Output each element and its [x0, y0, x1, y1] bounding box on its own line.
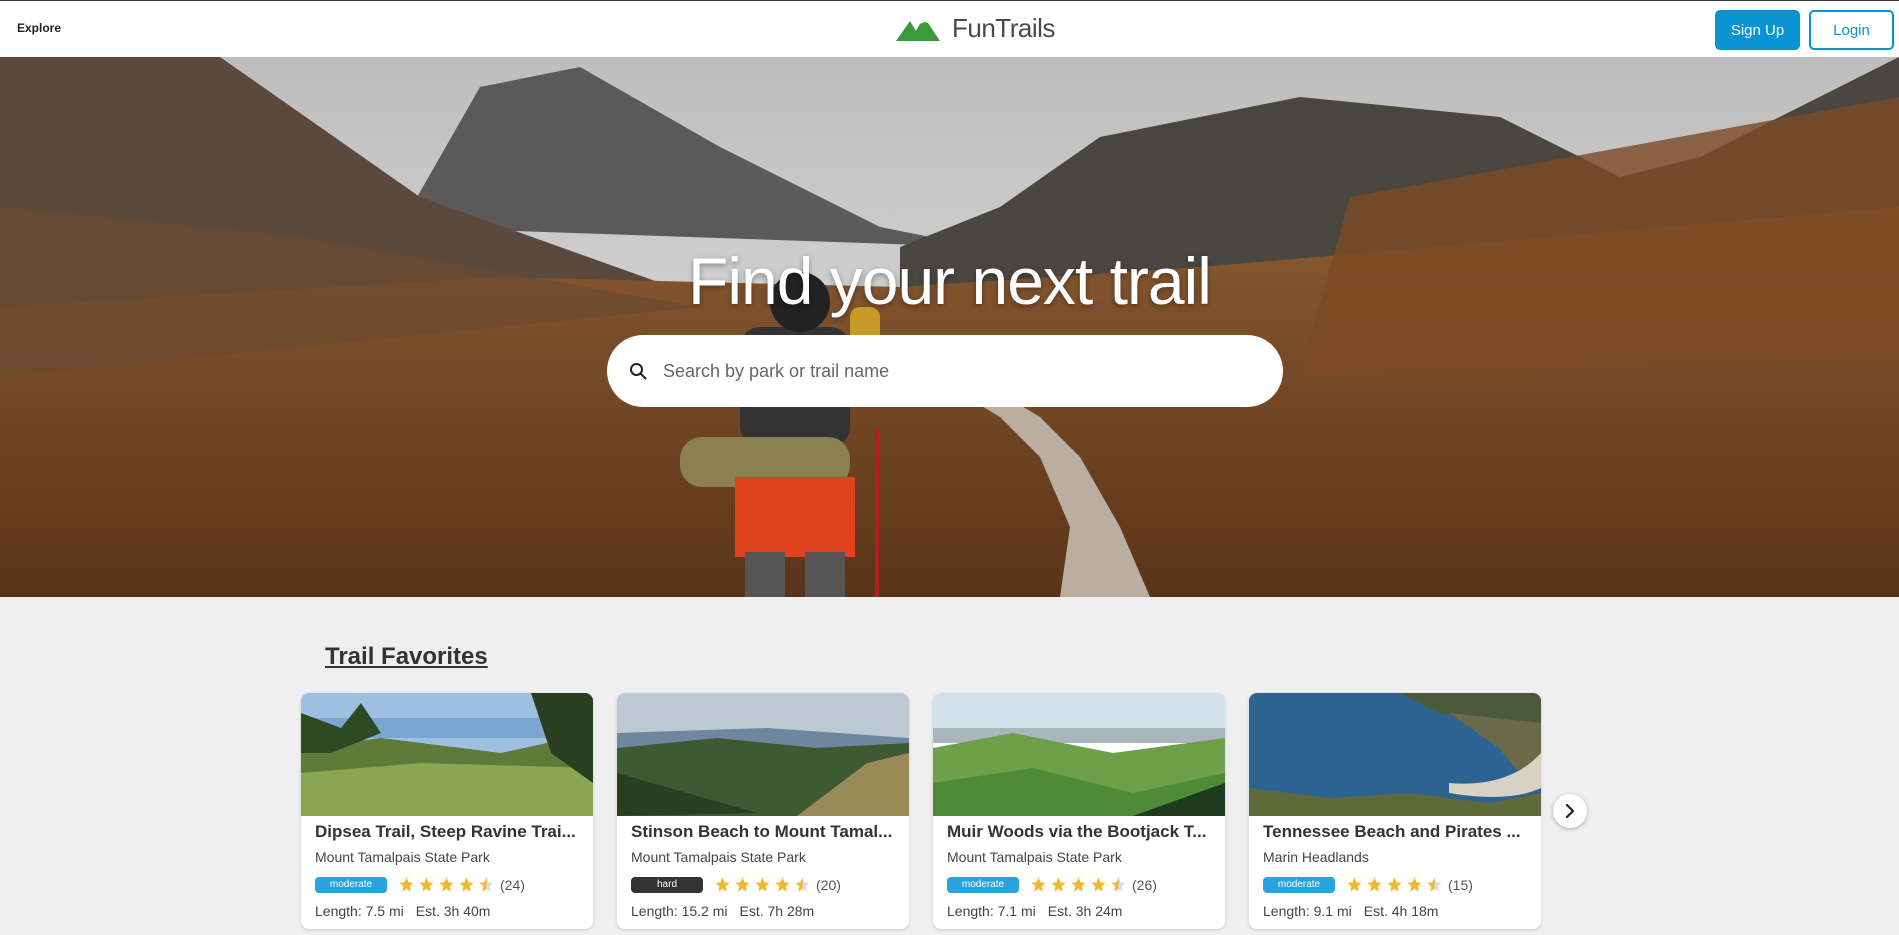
trail-meta: moderate (24): [315, 876, 525, 893]
star-icon: [1091, 877, 1106, 892]
star-icon: [1347, 877, 1362, 892]
trail-length: Length: 7.5 mi: [315, 903, 404, 919]
star-icon: [755, 877, 770, 892]
trail-length-time: Length: 7.1 mi Est. 3h 24m: [947, 903, 1122, 919]
trail-thumbnail: [617, 693, 909, 816]
half-star-icon: [795, 877, 810, 892]
half-star-icon: [479, 877, 494, 892]
star-rating: [1346, 876, 1443, 893]
trail-length-time: Length: 15.2 mi Est. 7h 28m: [631, 903, 814, 919]
star-icon: [399, 877, 414, 892]
trail-est-time: Est. 3h 40m: [415, 903, 491, 919]
trail-meta: moderate (26): [947, 876, 1157, 893]
hero-background-image: [0, 57, 1899, 597]
star-icon: [419, 877, 434, 892]
signup-button[interactable]: Sign Up: [1715, 10, 1800, 50]
trail-park: Mount Tamalpais State Park: [315, 849, 490, 865]
trail-meta: moderate (15): [1263, 876, 1473, 893]
trail-length-time: Length: 9.1 mi Est. 4h 18m: [1263, 903, 1438, 919]
trail-cards-carousel: Dipsea Trail, Steep Ravine Trai... Mount…: [301, 693, 1601, 935]
star-icon: [1367, 877, 1382, 892]
star-icon: [735, 877, 750, 892]
trail-park: Marin Headlands: [1263, 849, 1369, 865]
trail-thumbnail: [1249, 693, 1541, 816]
trail-park: Mount Tamalpais State Park: [947, 849, 1122, 865]
review-count: (26): [1132, 876, 1157, 893]
mountains-logo-icon: [896, 16, 940, 41]
trail-meta: hard (20): [631, 876, 841, 893]
trail-card[interactable]: Stinson Beach to Mount Tamal... Mount Ta…: [617, 693, 909, 929]
hero-banner: Find your next trail: [0, 57, 1899, 597]
search-input[interactable]: [663, 360, 1223, 382]
star-icon: [1071, 877, 1086, 892]
brand-logo[interactable]: FunTrails: [896, 13, 1055, 44]
section-title-trail-favorites: Trail Favorites: [325, 643, 488, 670]
star-icon: [1407, 877, 1422, 892]
carousel-next-button[interactable]: [1553, 794, 1587, 828]
difficulty-badge: hard: [631, 876, 703, 893]
search-icon: [630, 363, 647, 380]
top-navbar: Explore FunTrails Sign Up Login: [0, 0, 1899, 57]
difficulty-badge: moderate: [1263, 876, 1335, 893]
review-count: (15): [1448, 876, 1473, 893]
search-bar[interactable]: [607, 335, 1283, 407]
login-button[interactable]: Login: [1809, 10, 1894, 50]
review-count: (24): [500, 876, 525, 893]
star-icon: [459, 877, 474, 892]
trail-name: Dipsea Trail, Steep Ravine Trai...: [315, 822, 576, 841]
trail-name: Tennessee Beach and Pirates ...: [1263, 822, 1521, 841]
review-count: (20): [816, 876, 841, 893]
trail-est-time: Est. 7h 28m: [739, 903, 815, 919]
trail-length: Length: 9.1 mi: [1263, 903, 1352, 919]
trail-thumbnail: [933, 693, 1225, 816]
trail-card[interactable]: Muir Woods via the Bootjack T... Mount T…: [933, 693, 1225, 929]
trail-est-time: Est. 4h 18m: [1363, 903, 1439, 919]
trail-est-time: Est. 3h 24m: [1047, 903, 1123, 919]
star-icon: [715, 877, 730, 892]
star-icon: [439, 877, 454, 892]
star-rating: [398, 876, 495, 893]
trail-card[interactable]: Dipsea Trail, Steep Ravine Trai... Mount…: [301, 693, 593, 929]
difficulty-badge: moderate: [947, 876, 1019, 893]
trail-park: Mount Tamalpais State Park: [631, 849, 806, 865]
explore-link[interactable]: Explore: [17, 21, 61, 35]
trail-name: Stinson Beach to Mount Tamal...: [631, 822, 893, 841]
trail-length-time: Length: 7.5 mi Est. 3h 40m: [315, 903, 490, 919]
star-icon: [1031, 877, 1046, 892]
trail-thumbnail: [301, 693, 593, 816]
star-icon: [1051, 877, 1066, 892]
star-icon: [775, 877, 790, 892]
chevron-right-icon: [1565, 804, 1575, 818]
difficulty-badge: moderate: [315, 876, 387, 893]
hero-title: Find your next trail: [688, 244, 1212, 318]
trail-card[interactable]: Tennessee Beach and Pirates ... Marin He…: [1249, 693, 1541, 929]
trail-name: Muir Woods via the Bootjack T...: [947, 822, 1207, 841]
half-star-icon: [1111, 877, 1126, 892]
star-icon: [1387, 877, 1402, 892]
star-rating: [714, 876, 811, 893]
brand-name: FunTrails: [952, 13, 1055, 43]
trail-length: Length: 7.1 mi: [947, 903, 1036, 919]
trail-length: Length: 15.2 mi: [631, 903, 728, 919]
half-star-icon: [1427, 877, 1442, 892]
star-rating: [1030, 876, 1127, 893]
